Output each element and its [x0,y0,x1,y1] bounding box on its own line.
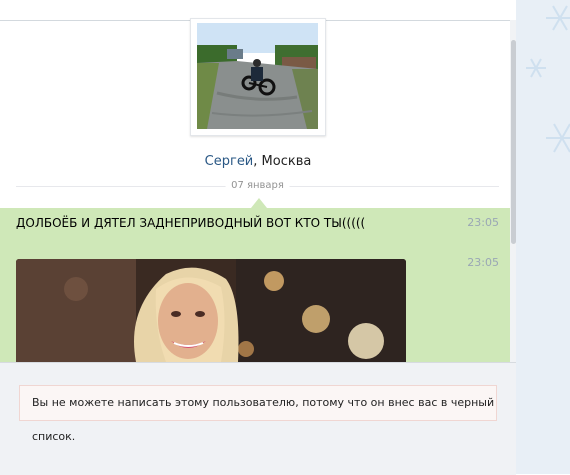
profile-photo[interactable] [197,23,318,129]
author-name-link[interactable]: Сергей [205,154,254,169]
snowflake-decoration [526,5,570,153]
profile-photo-frame[interactable] [190,18,326,136]
date-separator: 07 января [16,179,499,193]
side-background [516,0,570,474]
highlight-pointer [251,198,267,208]
date-separator-label: 07 января [225,179,290,193]
composer-area: Вы не можете написать этому пользователю… [0,362,516,475]
message-time[interactable]: 23:05 [467,256,499,269]
photo-caption: Сергей, Москва [0,154,516,169]
blocked-notice: Вы не можете написать этому пользователю… [19,385,497,443]
message-photo[interactable] [16,259,406,362]
author-city: , Москва [253,154,312,169]
message-time[interactable]: 23:05 [467,216,499,229]
message-text: ДОЛБОЁБ И ДЯТЕЛ ЗАДНЕПРИВОДНЫЙ ВОТ КТО Т… [16,216,366,230]
